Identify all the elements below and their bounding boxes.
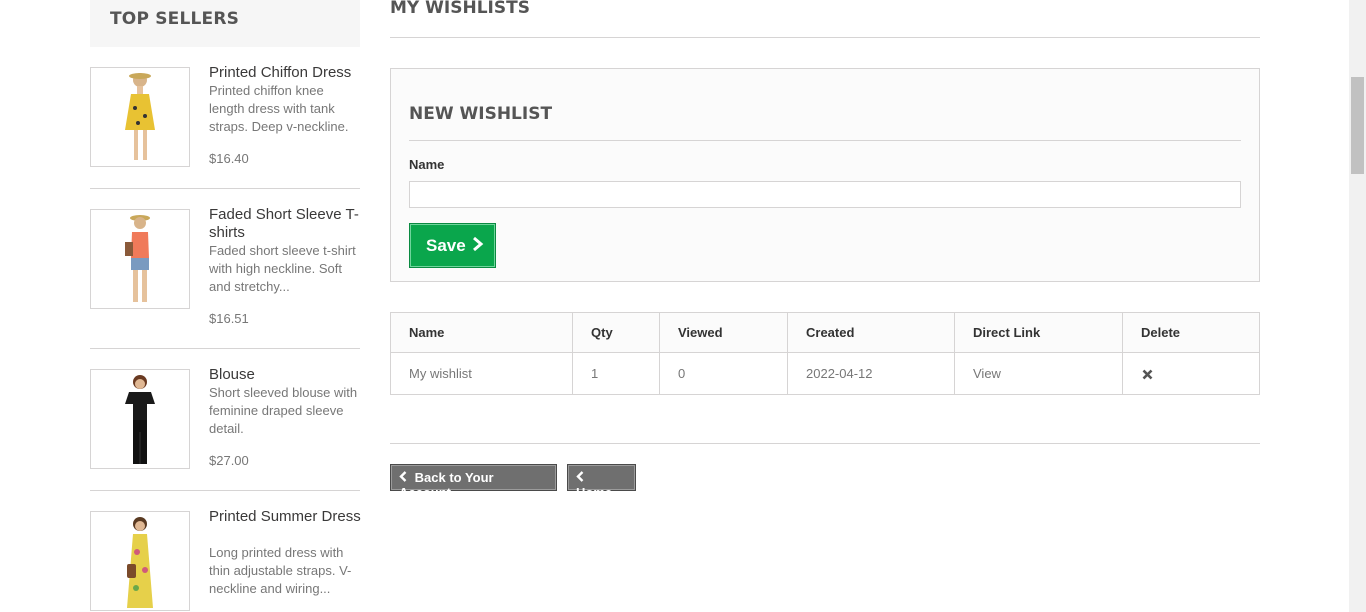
product-name[interactable]: Faded Short Sleeve T-shirts xyxy=(209,206,361,242)
back-to-account-label: Back to Your Account xyxy=(399,470,494,500)
product-image[interactable] xyxy=(90,511,190,611)
product-description: Short sleeved blouse with feminine drape… xyxy=(209,385,358,436)
divider xyxy=(90,188,360,189)
table-row: My wishlist 1 0 2022-04-12 View xyxy=(390,352,1260,395)
chevron-left-icon xyxy=(399,470,411,485)
column-header-name: Name xyxy=(390,312,573,353)
close-icon[interactable] xyxy=(1141,368,1153,383)
direct-link-view[interactable]: View xyxy=(954,352,1123,395)
scrollbar-thumb[interactable] xyxy=(1351,77,1364,174)
column-header-qty: Qty xyxy=(572,312,660,353)
product-image[interactable] xyxy=(90,67,190,167)
wishlist-name-input[interactable] xyxy=(409,181,1241,208)
new-wishlist-form: NEW WISHLIST Name Save xyxy=(390,68,1260,282)
table-header-row: Name Qty Viewed Created Direct Link Dele… xyxy=(390,312,1260,353)
column-header-delete: Delete xyxy=(1122,312,1260,353)
created-cell: 2022-04-12 xyxy=(787,352,955,395)
qty-cell: 1 xyxy=(572,352,660,395)
product-description: Faded short sleeve t-shirt with high nec… xyxy=(209,243,356,294)
divider xyxy=(90,490,360,491)
name-label: Name xyxy=(409,157,445,172)
delete-cell xyxy=(1122,352,1260,395)
product-description: Printed chiffon knee length dress with t… xyxy=(209,83,349,134)
divider xyxy=(90,348,360,349)
product-image[interactable] xyxy=(90,209,190,309)
home-label: Home xyxy=(576,485,613,500)
wishlist-table: Name Qty Viewed Created Direct Link Dele… xyxy=(390,312,1260,395)
wishlist-name-cell[interactable]: My wishlist xyxy=(390,352,573,395)
product-name[interactable]: Printed Chiffon Dress xyxy=(209,64,361,82)
save-button[interactable]: Save xyxy=(409,223,496,268)
column-header-direct-link: Direct Link xyxy=(954,312,1123,353)
column-header-created: Created xyxy=(787,312,955,353)
divider xyxy=(409,140,1241,141)
product-description: Long printed dress with thin adjustable … xyxy=(209,545,352,596)
product-price: $27.00 xyxy=(209,453,249,468)
home-button[interactable]: Home xyxy=(567,464,636,500)
product-name[interactable]: Blouse xyxy=(209,366,361,384)
chevron-left-icon xyxy=(576,470,584,485)
top-sellers-block: TOP SELLERS xyxy=(90,0,360,47)
product-price: $16.40 xyxy=(209,151,249,166)
divider xyxy=(390,443,1260,444)
product-price: $16.51 xyxy=(209,311,249,326)
column-header-viewed: Viewed xyxy=(659,312,788,353)
product-image[interactable] xyxy=(90,369,190,469)
new-wishlist-title: NEW WISHLIST xyxy=(409,104,553,124)
back-to-account-button[interactable]: Back to Your Account xyxy=(390,464,557,500)
viewed-cell: 0 xyxy=(659,352,788,395)
page-scrollbar[interactable] xyxy=(1349,0,1366,612)
chevron-right-icon xyxy=(472,236,484,257)
save-button-label: Save xyxy=(426,236,466,255)
page-title: MY WISHLISTS xyxy=(390,0,530,18)
divider xyxy=(390,37,1260,38)
product-name[interactable]: Printed Summer Dress xyxy=(209,508,361,526)
top-sellers-title: TOP SELLERS xyxy=(90,0,360,47)
